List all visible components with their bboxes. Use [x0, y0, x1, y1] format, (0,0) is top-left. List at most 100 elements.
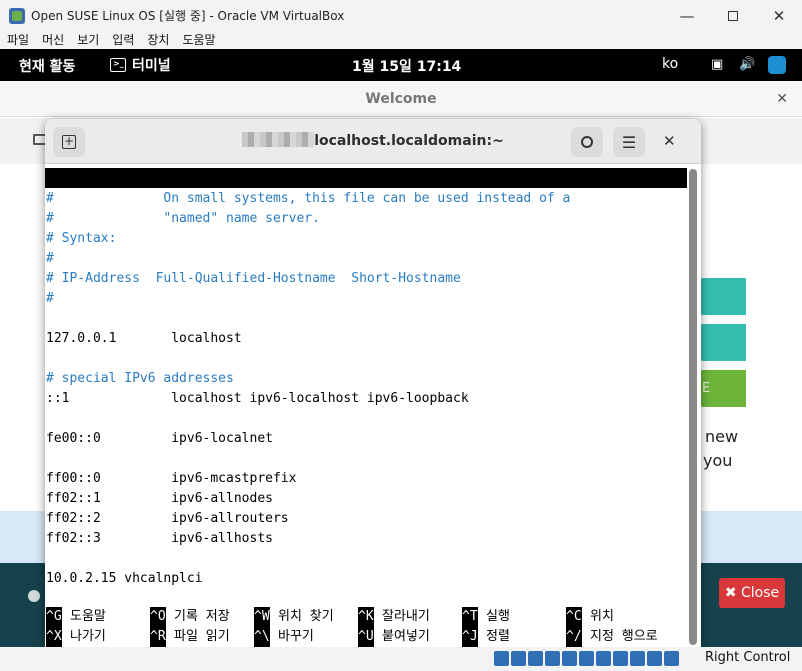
search-button[interactable]	[571, 127, 603, 157]
network-adapter-icon[interactable]	[545, 651, 560, 666]
shortcut-key: ^T	[462, 607, 478, 627]
nano-line[interactable]: #	[46, 289, 54, 309]
nano-line[interactable]: ff00::0 ipv6-mcastprefix	[46, 469, 296, 489]
shortcut-key: ^G	[46, 607, 62, 627]
redacted-username	[242, 132, 315, 147]
arrow-down-icon[interactable]	[664, 651, 679, 666]
nano-line[interactable]: ff02::2 ipv6-allrouters	[46, 509, 289, 529]
menu-view[interactable]: 보기	[70, 31, 105, 49]
welcome-green-button-label: E	[702, 381, 711, 396]
hdd-icon[interactable]	[494, 651, 509, 666]
nano-line[interactable]: ::1 localhost ipv6-localhost ipv6-loopba…	[46, 389, 469, 409]
nano-line[interactable]: # special IPv6 addresses	[46, 369, 234, 389]
terminal-app-label: 터미널	[132, 58, 171, 74]
nano-line[interactable]: # IP-Address Full-Qualified-Hostname Sho…	[46, 269, 461, 289]
nano-modified-status: 수정함	[622, 230, 658, 245]
shortcut-label: 도움말	[70, 609, 106, 624]
terminal-window: + localhost.localdomain:~ ☰ ✕ GNU nano 7…	[45, 119, 701, 647]
nano-line[interactable]: # "named" name server.	[46, 209, 320, 229]
nano-filename: /etc/hosts	[350, 210, 429, 225]
nano-line[interactable]: # Syntax:	[46, 229, 116, 249]
shortcut-label: 정렬	[486, 629, 510, 644]
close-button-label: Close	[741, 585, 780, 601]
nano-line[interactable]: 127.0.0.1 localhost	[46, 329, 242, 349]
welcome-footer-close-button[interactable]: ✖ Close	[719, 578, 785, 608]
nano-line[interactable]: 10.0.2.15 vhcalnplci	[46, 569, 203, 589]
vbox-menu-bar: 파일 머신 보기 입력 장치 도움말	[0, 31, 802, 49]
shortcut-key: ^O	[150, 607, 166, 627]
shortcut-label: 나가기	[70, 629, 106, 644]
nano-editor[interactable]: GNU nano 7.2 /etc/hosts 수정함 # On small s…	[45, 164, 687, 647]
shortcut-label: 위치 찾기	[278, 609, 334, 624]
footer-icon	[28, 590, 40, 602]
nano-line[interactable]: ff02::1 ipv6-allnodes	[46, 489, 273, 509]
host-key-label: Right Control	[705, 650, 791, 665]
welcome-close-icon[interactable]: ✕	[776, 81, 788, 117]
welcome-text: you	[703, 451, 733, 470]
usb-icon[interactable]	[562, 651, 577, 666]
close-x-icon: ✖	[724, 585, 737, 601]
menu-file[interactable]: 파일	[0, 31, 35, 49]
hamburger-menu-icon: ☰	[621, 132, 637, 152]
input-method-indicator[interactable]: ko	[662, 56, 678, 72]
shortcut-key: ^C	[566, 607, 582, 627]
clock[interactable]: 1월 15일 17:14	[352, 56, 461, 76]
mouse-integration-icon[interactable]	[647, 651, 662, 666]
volume-icon[interactable]: 🔊	[739, 57, 755, 72]
maximize-icon	[728, 10, 738, 21]
welcome-text: new	[705, 427, 739, 446]
hamburger-menu-button[interactable]: ☰	[613, 127, 645, 157]
shortcut-label: 바꾸기	[278, 629, 314, 644]
gnome-top-bar: 현재 활동 >_ 터미널 1월 15일 17:14 ko ▣ 🔊	[0, 49, 802, 81]
shortcut-label: 지정 행으로	[590, 629, 658, 644]
shortcut-label: 파일 읽기	[174, 629, 230, 644]
shortcut-key: ^R	[150, 627, 166, 647]
search-icon	[581, 136, 593, 148]
shortcut-key: ^W	[254, 607, 270, 627]
minimize-icon: —	[679, 6, 695, 25]
terminal-close-icon[interactable]: ✕	[663, 119, 676, 164]
vbox-window-title: Open SUSE Linux OS [실행 중] - Oracle VM Vi…	[31, 9, 345, 23]
terminal-header-bar: + localhost.localdomain:~ ☰ ✕	[45, 119, 701, 164]
power-menu-icon[interactable]	[768, 56, 786, 74]
welcome-title: Welcome	[365, 91, 437, 107]
window-close-button[interactable]: ✕	[756, 0, 802, 31]
recording-icon[interactable]	[613, 651, 628, 666]
welcome-action-button[interactable]	[700, 324, 746, 361]
audio-icon[interactable]	[528, 651, 543, 666]
activities-button[interactable]: 현재 활동	[19, 56, 75, 76]
network-icon[interactable]: ▣	[711, 57, 723, 72]
shortcut-key: ^U	[358, 627, 374, 647]
optical-drive-icon[interactable]	[511, 651, 526, 666]
cpu-icon[interactable]	[630, 651, 645, 666]
terminal-icon: >_	[110, 58, 126, 72]
shortcut-key: ^/	[566, 627, 582, 647]
shortcut-label: 기록 저장	[174, 609, 230, 624]
terminal-title-host: localhost.localdomain:~	[314, 133, 504, 149]
shortcut-key: ^K	[358, 607, 374, 627]
nano-line[interactable]: ff02::3 ipv6-allhosts	[46, 529, 273, 549]
menu-input[interactable]: 입력	[105, 31, 140, 49]
menu-machine[interactable]: 머신	[35, 31, 70, 49]
menu-help[interactable]: 도움말	[175, 31, 221, 49]
shortcut-label: 실행	[486, 609, 510, 624]
shortcut-label: 잘라내기	[382, 609, 430, 624]
virtualbox-logo-icon	[9, 7, 25, 24]
shortcut-label: 위치	[590, 609, 614, 624]
terminal-app-menu[interactable]: >_ 터미널	[110, 55, 171, 75]
welcome-header: Welcome ✕	[0, 81, 802, 117]
display-icon[interactable]	[596, 651, 611, 666]
vbox-status-icons	[494, 651, 681, 666]
terminal-scrollbar[interactable]	[689, 169, 697, 645]
minimize-button[interactable]: —	[664, 0, 710, 31]
welcome-action-button[interactable]	[700, 278, 746, 315]
nano-line[interactable]: # On small systems, this file can be use…	[46, 189, 570, 209]
welcome-green-button[interactable]: E	[700, 370, 746, 407]
shortcut-label: 붙여넣기	[382, 629, 430, 644]
maximize-button[interactable]	[710, 0, 756, 31]
nano-header: GNU nano 7.2 /etc/hosts 수정함	[45, 168, 687, 245]
nano-line[interactable]: #	[46, 249, 54, 269]
nano-line[interactable]: fe00::0 ipv6-localnet	[46, 429, 273, 449]
menu-devices[interactable]: 장치	[140, 31, 175, 49]
shared-folders-icon[interactable]	[579, 651, 594, 666]
